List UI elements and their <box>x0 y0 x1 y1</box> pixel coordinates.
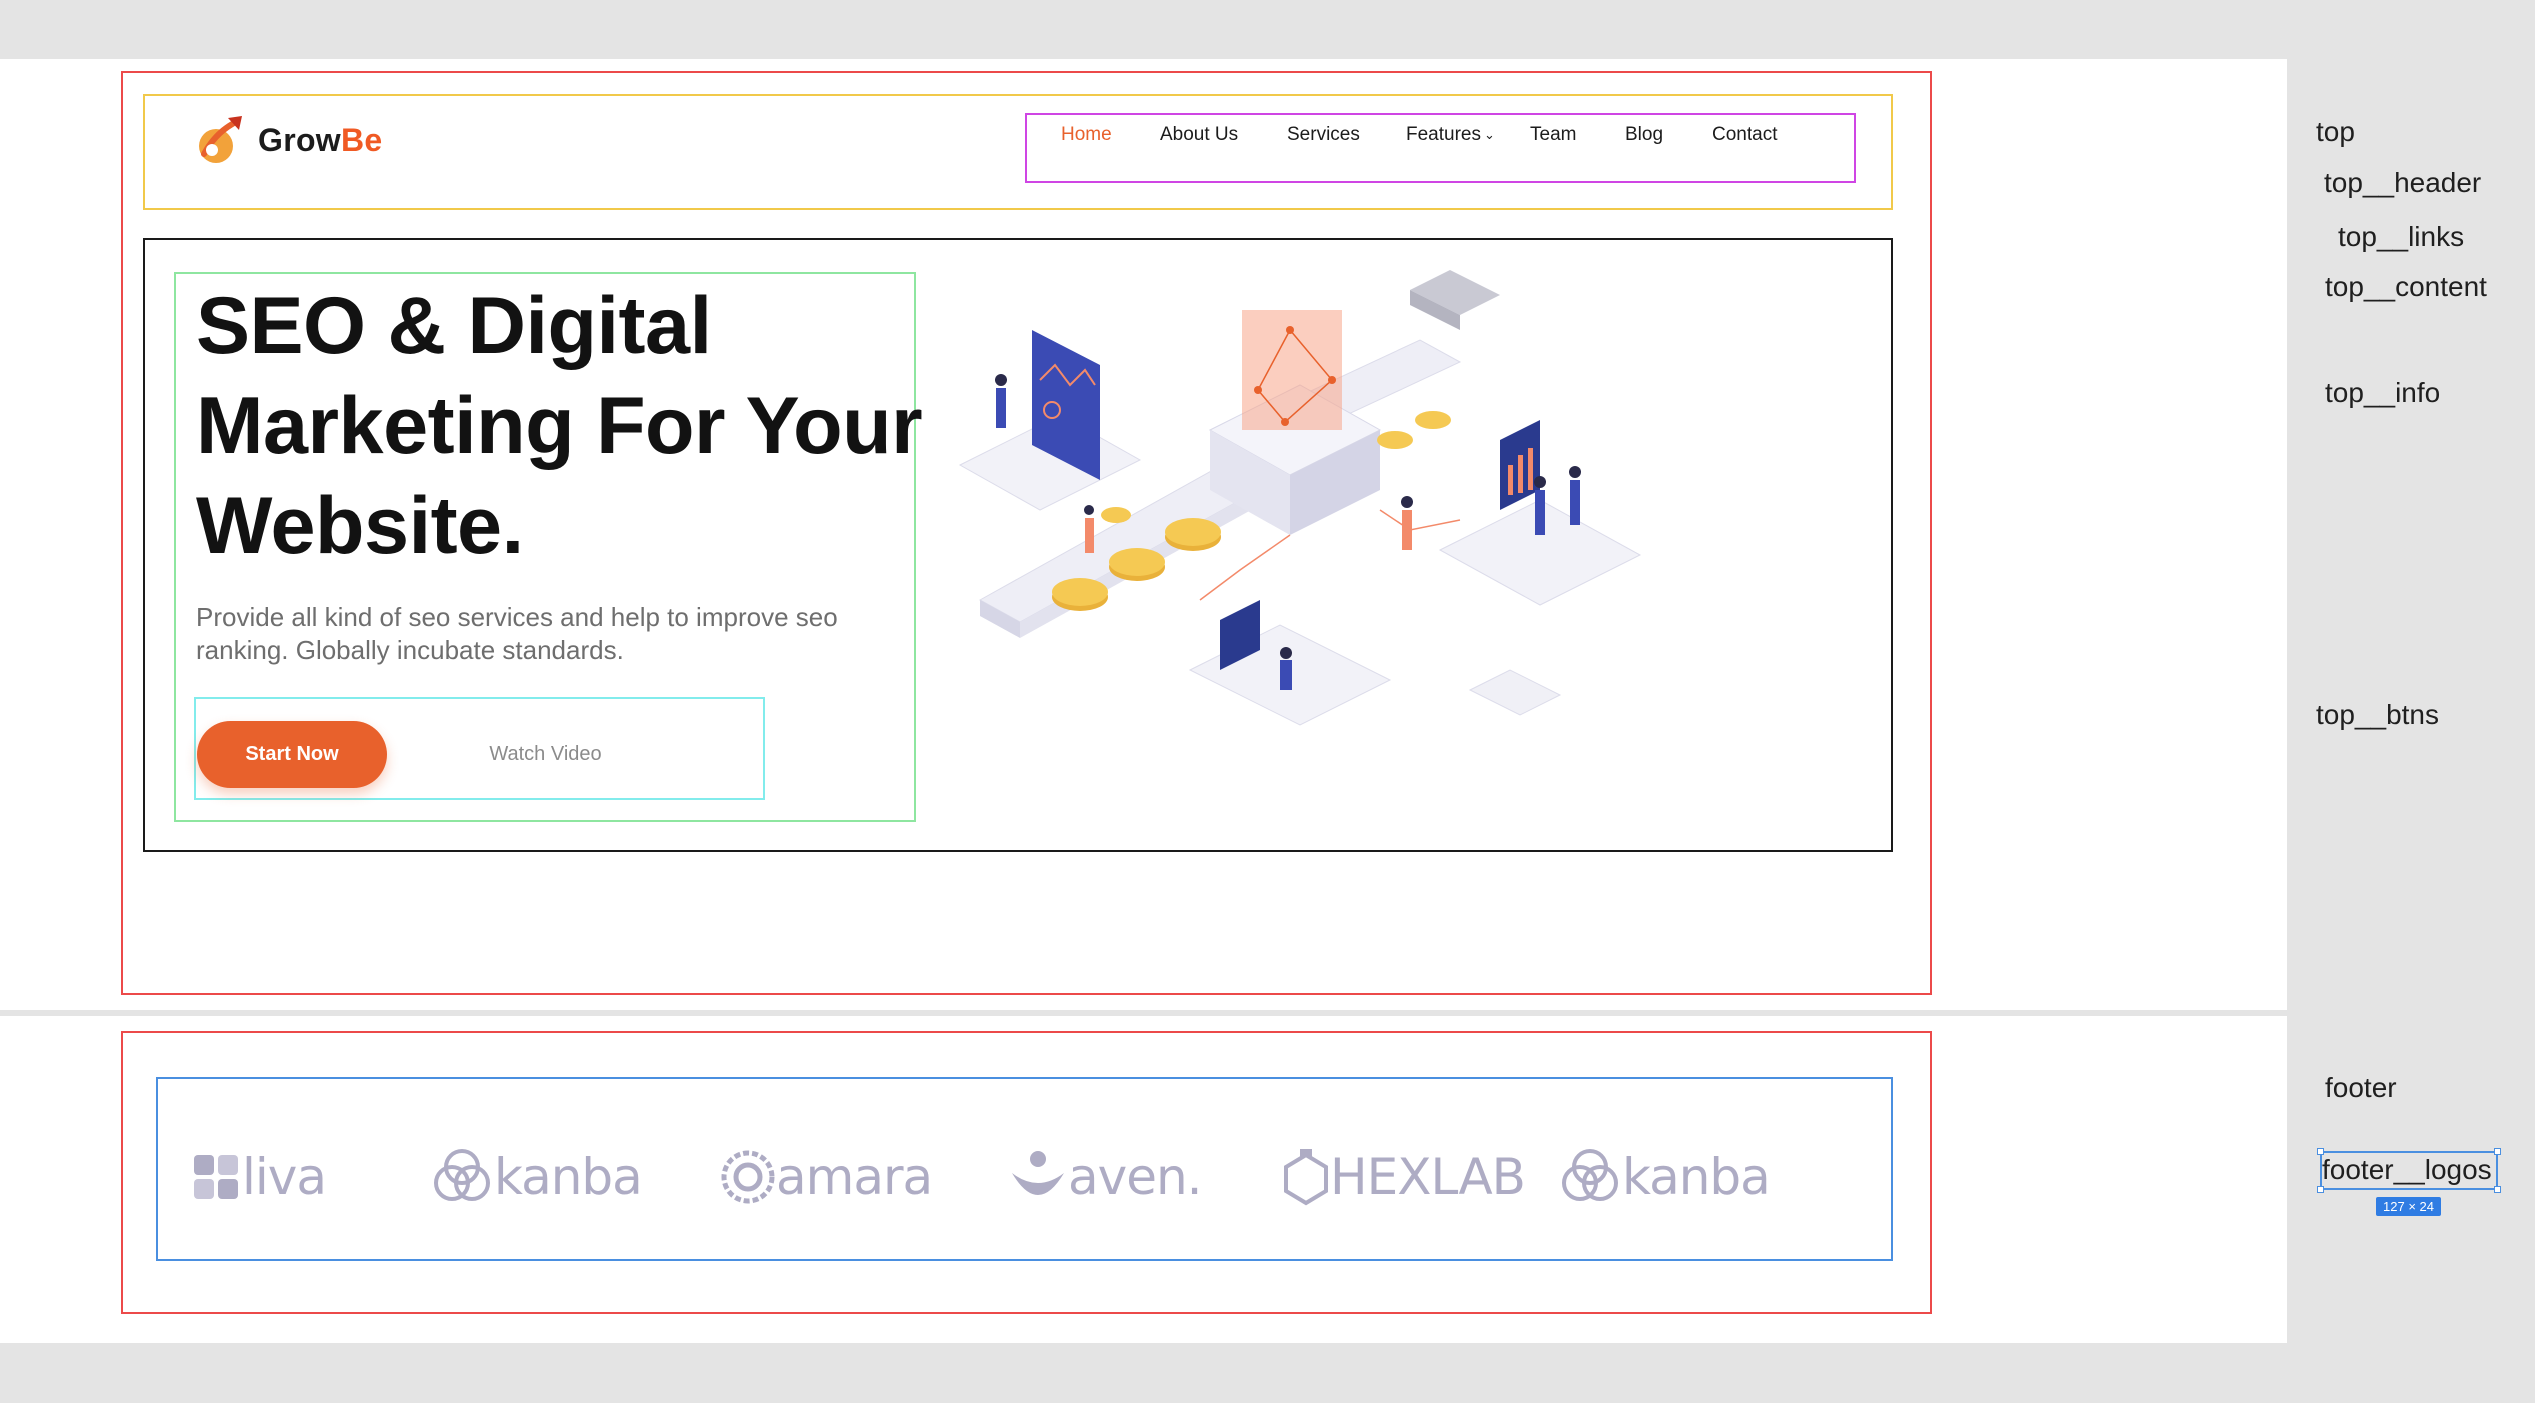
nav-features[interactable]: Features ⌄ <box>1406 124 1495 146</box>
nav-home[interactable]: Home <box>1061 124 1112 146</box>
layer-label-top[interactable]: top <box>2316 116 2355 148</box>
hero-title: SEO & Digital Marketing For Your Website… <box>196 276 923 576</box>
footer-logo-amara[interactable]: amara <box>720 1142 933 1212</box>
dimension-badge: 127 × 24 <box>2376 1197 2441 1216</box>
nav-about-us[interactable]: About Us <box>1160 124 1238 146</box>
growbe-rocket-icon <box>199 116 242 163</box>
hero-title-line: Website. <box>196 481 524 571</box>
kanba-logo-icon <box>1562 1149 1618 1201</box>
chevron-down-icon: ⌄ <box>1483 127 1495 142</box>
resize-handle[interactable] <box>2317 1148 2324 1155</box>
footer-logo-aven[interactable]: aven. <box>1008 1142 1203 1212</box>
layer-label-footer[interactable]: footer <box>2325 1072 2397 1104</box>
layer-label-top-btns[interactable]: top__btns <box>2316 699 2439 731</box>
layer-label-top-header[interactable]: top__header <box>2324 167 2481 199</box>
amara-logo-icon <box>721 1150 775 1204</box>
layer-label-top-info[interactable]: top__info <box>2325 377 2440 409</box>
start-now-button[interactable]: Start Now <box>197 721 387 788</box>
footer-logo-kanba-2[interactable]: kanba <box>1558 1142 1771 1212</box>
footer-logo-label: HEXLAB <box>1330 1148 1526 1206</box>
footer-logo-label: aven. <box>1068 1148 1203 1206</box>
hero-illustration <box>958 270 1642 726</box>
watch-video-button[interactable]: Watch Video <box>448 721 643 788</box>
hero-title-line: SEO & Digital <box>196 281 712 371</box>
footer-logo-kanba[interactable]: kanba <box>430 1142 643 1212</box>
resize-handle[interactable] <box>2317 1186 2324 1193</box>
hero-title-line: Marketing For Your <box>196 381 923 471</box>
nav-team[interactable]: Team <box>1530 124 1576 146</box>
nav-services[interactable]: Services <box>1287 124 1360 146</box>
nav-contact[interactable]: Contact <box>1712 124 1777 146</box>
footer-logo-label: kanba <box>1622 1148 1771 1206</box>
hero-description: Provide all kind of seo services and hel… <box>196 602 838 665</box>
brand-name: GrowBe <box>258 121 383 158</box>
layer-label-top-links[interactable]: top__links <box>2338 221 2464 253</box>
footer-logo-hexlab[interactable]: HEXLAB <box>1282 1142 1526 1212</box>
footer-logo-label: kanba <box>494 1148 643 1206</box>
brand-logo[interactable]: GrowBe <box>194 112 383 168</box>
aven-logo-icon <box>1012 1151 1064 1195</box>
footer-logo-label: amara <box>776 1148 933 1206</box>
resize-handle[interactable] <box>2494 1186 2501 1193</box>
resize-handle[interactable] <box>2494 1148 2501 1155</box>
nav-features-label: Features <box>1406 124 1481 145</box>
hexlab-logo-icon <box>1284 1149 1328 1206</box>
selection-outline <box>2320 1151 2498 1190</box>
footer-logo-label: liva <box>242 1148 327 1206</box>
footer-logo-liva[interactable]: liva <box>190 1142 327 1212</box>
layer-label-top-content[interactable]: top__content <box>2325 271 2487 303</box>
nav-blog[interactable]: Blog <box>1625 124 1663 146</box>
kanba-logo-icon <box>434 1149 490 1201</box>
liva-logo-icon <box>194 1155 238 1199</box>
